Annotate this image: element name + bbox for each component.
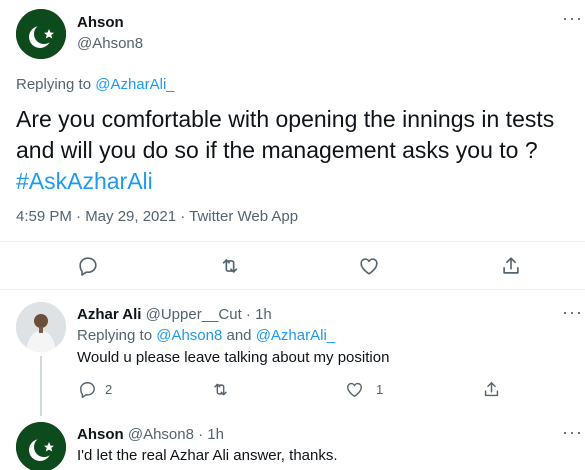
like-count: 1 — [376, 382, 384, 397]
replying-to-link[interactable]: @Ahson8 — [156, 327, 222, 344]
reply-time[interactable]: · 1h — [246, 306, 272, 323]
replying-to-line: Replying to @AzharAli_ — [16, 76, 175, 93]
reply-text: I'd let the real Azhar Ali answer, thank… — [77, 447, 338, 464]
author-avatar[interactable] — [16, 9, 66, 59]
like-icon[interactable] — [345, 380, 364, 399]
reply-icon[interactable] — [78, 380, 97, 399]
divider — [0, 289, 585, 290]
replying-to-link[interactable]: @AzharAli_ — [256, 327, 335, 344]
more-dots-icon[interactable]: ··· — [562, 422, 583, 443]
reply-author-handle[interactable]: @Ahson8 — [128, 426, 194, 443]
more-dots-icon[interactable]: ··· — [562, 302, 583, 323]
reply-icon[interactable] — [77, 255, 99, 277]
retweet-icon[interactable] — [219, 255, 241, 277]
reply-replying-to-line: Replying to @Ahson8 and @AzharAli_ — [77, 327, 335, 344]
thread-line — [40, 356, 42, 416]
author-name[interactable]: Ahson — [77, 14, 124, 31]
more-dots-icon[interactable]: ··· — [562, 8, 583, 29]
reply-author-name[interactable]: Azhar Ali — [77, 306, 141, 323]
pakistan-flag-icon — [16, 9, 66, 59]
tweet-body: Are you comfortable with opening the inn… — [16, 106, 555, 163]
replying-to-and: and — [222, 327, 256, 344]
tweet-timestamp[interactable]: 4:59 PM · May 29, 2021 · Twitter Web App — [16, 208, 298, 225]
share-icon[interactable] — [500, 255, 522, 277]
replying-to-prefix: Replying to — [16, 76, 96, 93]
like-icon[interactable] — [358, 255, 380, 277]
reply-time[interactable]: · 1h — [198, 426, 224, 443]
retweet-icon[interactable] — [211, 380, 230, 399]
reply-header: Azhar Ali @Upper__Cut · 1h — [77, 306, 272, 323]
author-handle[interactable]: @Ahson8 — [77, 35, 143, 52]
reply-author-avatar[interactable] — [16, 302, 66, 352]
reply-author-name[interactable]: Ahson — [77, 426, 124, 443]
person-photo-icon — [16, 302, 66, 352]
hashtag-link[interactable]: #AskAzharAli — [16, 168, 153, 194]
reply-author-avatar[interactable] — [16, 422, 66, 470]
divider — [0, 241, 585, 242]
reply-author-handle[interactable]: @Upper__Cut — [146, 306, 242, 323]
reply-text: Would u please leave talking about my po… — [77, 349, 390, 366]
share-icon[interactable] — [482, 380, 501, 399]
replying-to-prefix: Replying to — [77, 327, 157, 344]
reply-header: Ahson @Ahson8 · 1h — [77, 426, 224, 443]
pakistan-flag-icon — [16, 422, 66, 470]
replying-to-link[interactable]: @AzharAli_ — [95, 76, 174, 93]
tweet-text: Are you comfortable with opening the inn… — [16, 104, 576, 197]
reply-count: 2 — [105, 382, 113, 397]
